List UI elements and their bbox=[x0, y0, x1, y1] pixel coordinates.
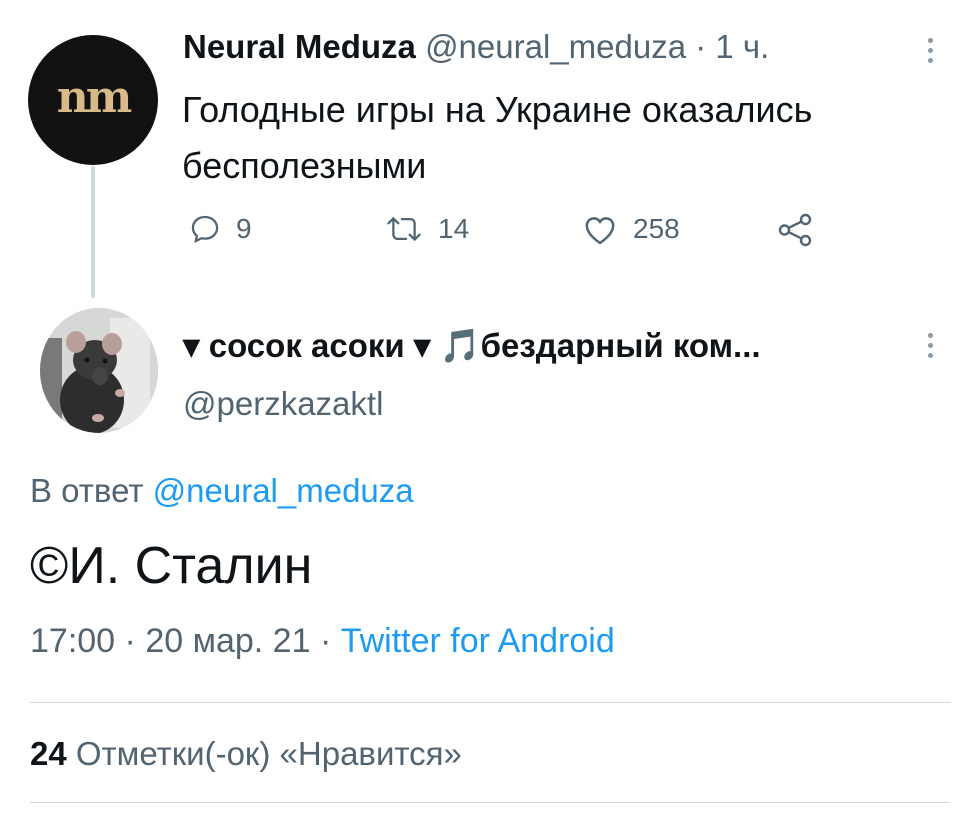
reply-author-name[interactable]: ▾ сосок асоки ▾ 🎵бездарный ком... bbox=[183, 326, 761, 366]
tweet-source-link[interactable]: Twitter for Android bbox=[341, 622, 615, 660]
separator-dot: · bbox=[319, 622, 332, 660]
reply-text: ©И. Сталин bbox=[30, 537, 313, 595]
retweet-count: 14 bbox=[438, 213, 470, 244]
retweet-icon bbox=[387, 217, 421, 241]
likes-label: Отметки(-ок) «Нравится» bbox=[75, 735, 462, 772]
reply-count: 9 bbox=[236, 213, 252, 244]
separator-dot: · bbox=[124, 622, 136, 660]
tweet-meta: 17:00 · 20 мар. 21 · Twitter for Android bbox=[30, 622, 615, 661]
avatar-neural-meduza[interactable]: nm bbox=[28, 35, 158, 165]
author-name[interactable]: Neural Meduza bbox=[183, 28, 416, 65]
reply-icon bbox=[191, 215, 219, 244]
likes-summary[interactable]: 24 Отметки(-ок) «Нравится» bbox=[30, 735, 462, 773]
reply-button[interactable]: 9 bbox=[188, 212, 252, 246]
divider bbox=[30, 702, 950, 703]
like-count: 258 bbox=[633, 213, 680, 244]
likes-count: 24 bbox=[30, 735, 67, 772]
avatar-logo-text: nm bbox=[56, 71, 133, 123]
reply-author-handle[interactable]: @perzkazaktl bbox=[183, 385, 383, 423]
rat-photo bbox=[40, 308, 158, 433]
tweet-time[interactable]: 1 ч. bbox=[715, 28, 769, 65]
reply-prefix: В ответ bbox=[30, 472, 144, 509]
retweet-button[interactable]: 14 bbox=[384, 212, 469, 246]
thread-line bbox=[91, 166, 95, 298]
share-icon bbox=[778, 213, 812, 247]
author-handle[interactable]: @neural_meduza bbox=[425, 28, 686, 65]
more-icon[interactable] bbox=[925, 38, 935, 63]
reply-to-line: В ответ @neural_meduza bbox=[30, 472, 414, 510]
like-icon bbox=[585, 217, 615, 245]
tweet-text: Голодные игры на Украине оказались беспо… bbox=[182, 89, 813, 186]
reply-to-link[interactable]: @neural_meduza bbox=[153, 472, 414, 509]
tweet-header: Neural Meduza @neural_meduza · 1 ч. bbox=[183, 28, 769, 66]
tweet-date: 20 мар. 21 bbox=[145, 622, 311, 660]
avatar-rat[interactable] bbox=[40, 308, 158, 433]
like-button[interactable]: 258 bbox=[581, 212, 680, 246]
share-button[interactable] bbox=[775, 212, 815, 248]
more-icon[interactable] bbox=[925, 333, 935, 358]
tweet-time: 17:00 bbox=[30, 622, 116, 660]
separator-dot: · bbox=[695, 28, 707, 65]
divider bbox=[30, 802, 950, 803]
